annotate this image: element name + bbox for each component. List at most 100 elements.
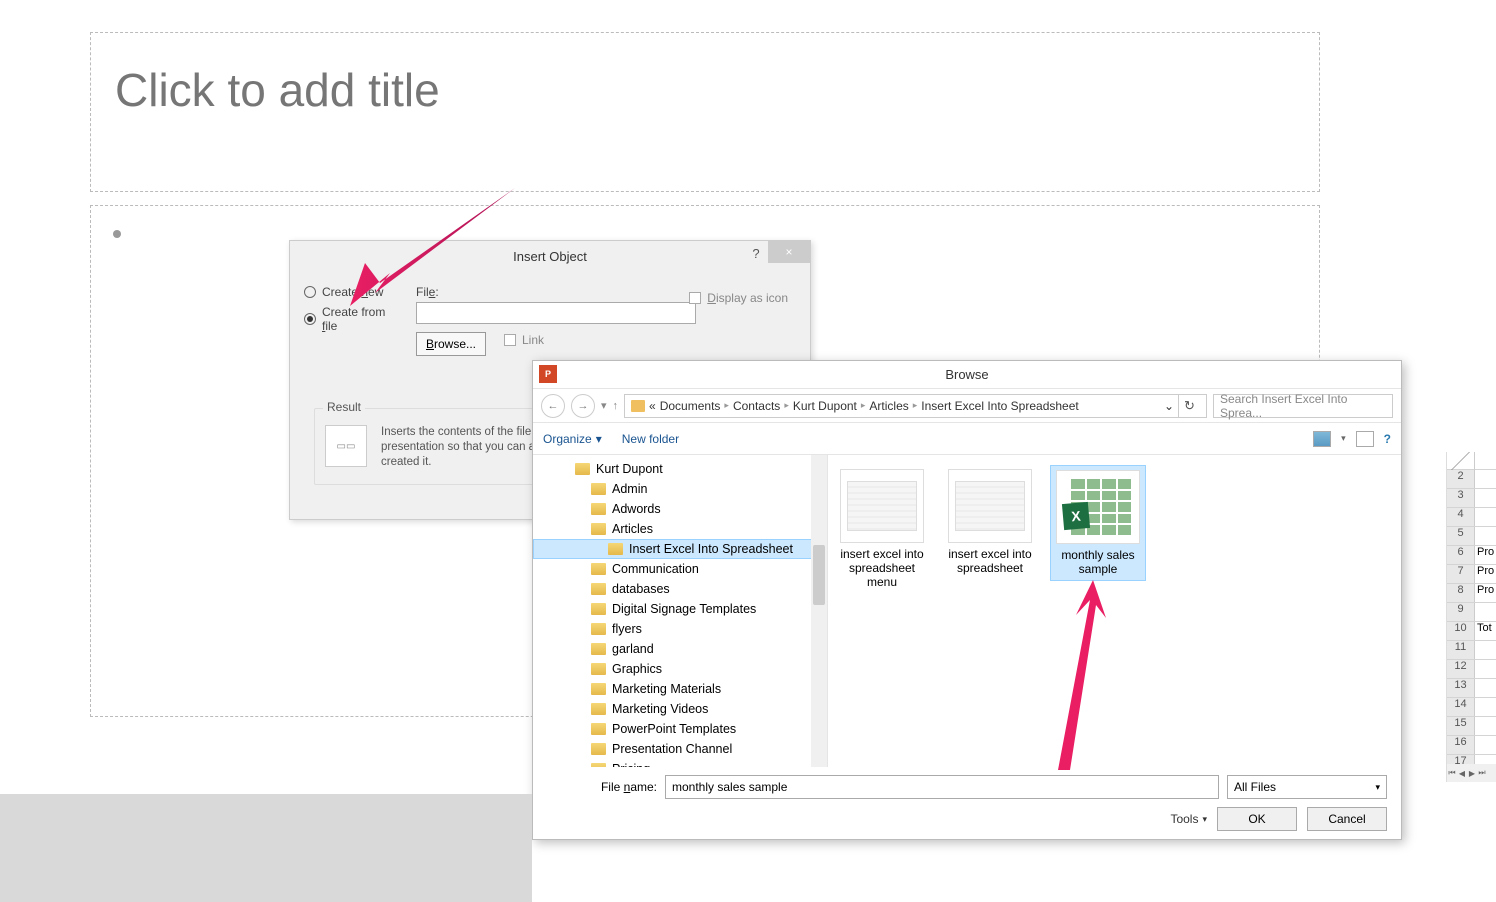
tree-item[interactable]: databases [533, 579, 827, 599]
excel-row[interactable]: 16 [1447, 736, 1496, 755]
excel-row[interactable]: 13 [1447, 679, 1496, 698]
tree-item[interactable]: Graphics [533, 659, 827, 679]
row-header[interactable]: 6 [1447, 546, 1475, 564]
organize-button[interactable]: Organize ▾ [543, 432, 602, 446]
row-header[interactable]: 8 [1447, 584, 1475, 602]
cell[interactable]: Pro [1475, 584, 1496, 602]
tree-item[interactable]: Insert Excel Into Spreadsheet [533, 539, 827, 559]
breadcrumb-item[interactable]: Kurt Dupont [793, 399, 857, 413]
cell[interactable]: Pro [1475, 565, 1496, 583]
refresh-button[interactable]: ↻ [1178, 395, 1200, 417]
breadcrumb-dropdown-icon[interactable]: ⌄ [1164, 399, 1174, 413]
file-item[interactable]: Xmonthly sales sample [1050, 465, 1146, 581]
breadcrumb-item[interactable]: Contacts [733, 399, 780, 413]
file-type-filter[interactable]: All Files ▾ [1227, 775, 1387, 799]
excel-row[interactable]: 15 [1447, 717, 1496, 736]
tab-first-icon[interactable]: ⏮ [1447, 768, 1457, 778]
tree-item[interactable]: Marketing Materials [533, 679, 827, 699]
tools-button[interactable]: Tools ▾ [1170, 812, 1207, 826]
excel-row[interactable]: 2 [1447, 470, 1496, 489]
row-header[interactable]: 5 [1447, 527, 1475, 545]
link-checkbox[interactable]: Link [504, 333, 544, 347]
file-path-input[interactable] [416, 302, 696, 324]
cell[interactable] [1475, 698, 1496, 716]
folder-tree[interactable]: Kurt DupontAdminAdwordsArticlesInsert Ex… [533, 455, 828, 767]
excel-row[interactable]: 9 [1447, 603, 1496, 622]
sheet-tabs[interactable]: ⏮ ◀ ▶ ⏭ [1447, 764, 1496, 782]
excel-row[interactable]: 4 [1447, 508, 1496, 527]
row-header[interactable]: 16 [1447, 736, 1475, 754]
radio-create-new[interactable]: Create new [304, 285, 404, 299]
excel-row[interactable]: 12 [1447, 660, 1496, 679]
cell[interactable] [1475, 717, 1496, 735]
tree-item[interactable]: Digital Signage Templates [533, 599, 827, 619]
tree-item[interactable]: Pricing [533, 759, 827, 767]
ok-button[interactable]: OK [1217, 807, 1297, 831]
row-header[interactable]: 15 [1447, 717, 1475, 735]
excel-row[interactable]: 10Tot [1447, 622, 1496, 641]
cell[interactable] [1475, 679, 1496, 697]
cell[interactable] [1475, 641, 1496, 659]
tree-item[interactable]: garland [533, 639, 827, 659]
tree-item[interactable]: PowerPoint Templates [533, 719, 827, 739]
dropdown-icon[interactable]: ▾ [601, 399, 607, 412]
close-button[interactable]: × [768, 241, 810, 263]
file-item[interactable]: insert excel into spreadsheet menu [834, 465, 930, 593]
help-icon[interactable]: ? [1384, 432, 1391, 446]
search-input[interactable]: Search Insert Excel Into Sprea... [1213, 394, 1393, 418]
scrollbar[interactable] [811, 455, 827, 767]
view-button[interactable] [1313, 431, 1331, 447]
breadcrumb-item[interactable]: Articles [869, 399, 908, 413]
row-header[interactable]: 10 [1447, 622, 1475, 640]
cell[interactable] [1475, 489, 1496, 507]
excel-row[interactable]: 8Pro [1447, 584, 1496, 603]
tree-item[interactable]: Presentation Channel [533, 739, 827, 759]
row-header[interactable]: 12 [1447, 660, 1475, 678]
tree-item[interactable]: flyers [533, 619, 827, 639]
cell[interactable] [1475, 736, 1496, 754]
excel-row[interactable]: 3 [1447, 489, 1496, 508]
file-list[interactable]: insert excel into spreadsheet menuinsert… [828, 455, 1401, 767]
row-header[interactable]: 2 [1447, 470, 1475, 488]
display-as-icon-checkbox[interactable]: Display as icon [689, 291, 788, 305]
excel-row[interactable]: 11 [1447, 641, 1496, 660]
row-header[interactable]: 7 [1447, 565, 1475, 583]
excel-row[interactable]: 6Pro [1447, 546, 1496, 565]
row-header[interactable]: 9 [1447, 603, 1475, 621]
tree-item[interactable]: Adwords [533, 499, 827, 519]
new-folder-button[interactable]: New folder [622, 432, 679, 446]
radio-create-from-file[interactable]: Create from file [304, 305, 404, 333]
tab-last-icon[interactable]: ⏭ [1477, 768, 1487, 778]
tree-item[interactable]: Marketing Videos [533, 699, 827, 719]
row-header[interactable]: 3 [1447, 489, 1475, 507]
tree-item[interactable]: Admin [533, 479, 827, 499]
tree-item[interactable]: Kurt Dupont [533, 459, 827, 479]
breadcrumb-bar[interactable]: « Documents▸ Contacts▸ Kurt Dupont▸ Arti… [624, 394, 1207, 418]
filename-input[interactable] [665, 775, 1219, 799]
cell[interactable] [1475, 508, 1496, 526]
cell[interactable] [1475, 527, 1496, 545]
up-button[interactable]: ↑ [613, 400, 619, 412]
preview-pane-button[interactable] [1356, 431, 1374, 447]
tab-prev-icon[interactable]: ◀ [1457, 769, 1467, 778]
row-header[interactable]: 13 [1447, 679, 1475, 697]
breadcrumb-item[interactable]: Insert Excel Into Spreadsheet [921, 399, 1078, 413]
scrollbar-thumb[interactable] [813, 545, 825, 605]
select-all-corner[interactable] [1447, 452, 1475, 470]
view-dropdown-icon[interactable]: ▾ [1341, 433, 1346, 444]
tree-item[interactable]: Articles [533, 519, 827, 539]
cell[interactable] [1475, 660, 1496, 678]
excel-row[interactable]: 7Pro [1447, 565, 1496, 584]
tab-next-icon[interactable]: ▶ [1467, 769, 1477, 778]
excel-row[interactable]: 5 [1447, 527, 1496, 546]
browse-button[interactable]: Browse... [416, 332, 486, 356]
cell[interactable]: Tot [1475, 622, 1496, 640]
help-button[interactable]: ? [746, 246, 766, 261]
cancel-button[interactable]: Cancel [1307, 807, 1387, 831]
row-header[interactable]: 11 [1447, 641, 1475, 659]
cell[interactable]: Pro [1475, 546, 1496, 564]
tree-item[interactable]: Communication [533, 559, 827, 579]
file-item[interactable]: insert excel into spreadsheet [942, 465, 1038, 579]
row-header[interactable]: 4 [1447, 508, 1475, 526]
slide-title-placeholder[interactable]: Click to add title [90, 32, 1320, 192]
